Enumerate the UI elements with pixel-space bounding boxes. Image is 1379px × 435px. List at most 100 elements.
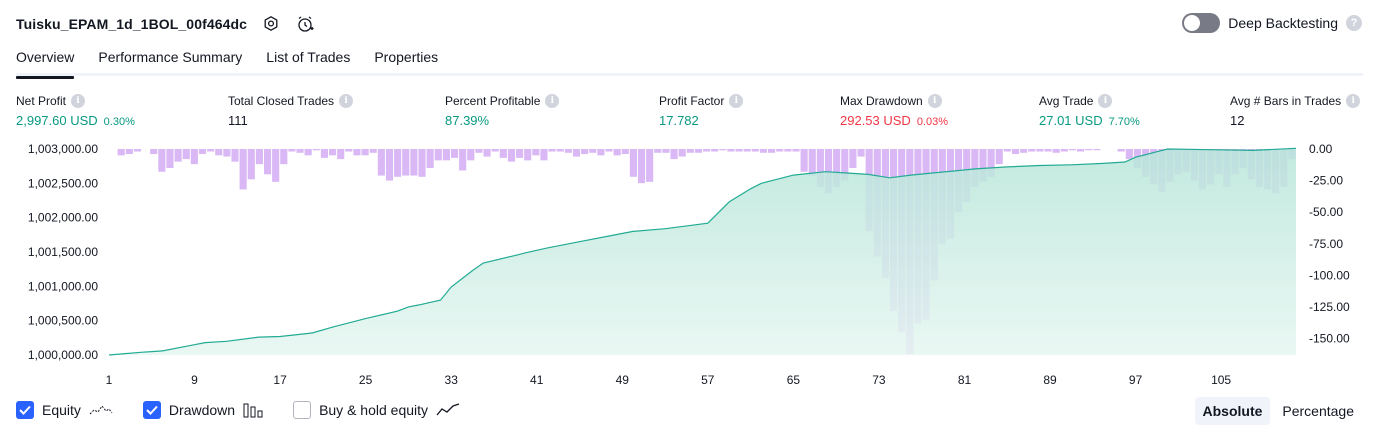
- info-icon[interactable]: i: [729, 94, 744, 108]
- drawdown-bar: [743, 149, 751, 152]
- tab-properties[interactable]: Properties: [374, 44, 438, 76]
- drawdown-bar: [735, 149, 743, 152]
- drawdown-bar: [703, 149, 711, 152]
- toggle-knob: [1184, 15, 1201, 31]
- drawdown-bar: [475, 149, 483, 153]
- drawdown-bar: [353, 149, 361, 156]
- info-icon[interactable]: i: [1346, 94, 1361, 108]
- metric-label: Avg Trade: [1039, 94, 1094, 108]
- equity-line-icon: [89, 403, 113, 417]
- absolute-button[interactable]: Absolute: [1194, 397, 1271, 425]
- drawdown-bar: [166, 149, 174, 168]
- right-axis-tick-label: -150.00: [1309, 332, 1350, 346]
- info-icon[interactable]: i: [1098, 94, 1113, 108]
- drawdown-bar: [686, 149, 694, 153]
- drawdown-bar: [719, 149, 727, 151]
- drawdown-bar: [1044, 149, 1052, 152]
- drawdown-bar: [207, 149, 215, 152]
- drawdown-bar: [540, 149, 548, 161]
- metric-value: 111: [228, 113, 248, 128]
- drawdown-bar: [516, 149, 524, 158]
- legend-equity[interactable]: Equity: [16, 401, 113, 419]
- header-bar: Tuisku_EPAM_1d_1BOL_00f464dc: [16, 12, 315, 36]
- drawdown-bar: [434, 149, 442, 161]
- drawdown-bar: [605, 149, 613, 152]
- drawdown-bar: [800, 149, 808, 172]
- metric-percent: 7.70%: [1108, 116, 1140, 128]
- metric-max-drawdown: Max Drawdown i 292.53 USD 0.03%: [840, 93, 948, 128]
- drawdown-bar: [548, 149, 556, 152]
- metrics-row: Net Profit i 2,997.60 USD 0.30% Total Clos…: [16, 93, 1363, 129]
- info-icon[interactable]: i: [71, 94, 86, 108]
- drawdown-bar: [808, 149, 816, 176]
- drawdown-bar: [556, 149, 564, 152]
- metric-avg-trade: Avg Trade i 27.01 USD 7.70%: [1039, 93, 1140, 128]
- drawdown-bar: [117, 149, 125, 156]
- metric-value: 87.39%: [445, 113, 490, 128]
- percentage-button[interactable]: Percentage: [1274, 397, 1362, 425]
- drawdown-bar: [694, 149, 702, 153]
- chart-legend: Equity Drawdown Buy & hold equity: [16, 401, 490, 419]
- drawdown-bar: [337, 149, 345, 160]
- equity-drawdown-chart[interactable]: 1,003,000.00 1,002,500.00 1,002,000.00 1,00…: [0, 140, 1379, 390]
- drawdown-bar: [239, 149, 247, 190]
- checkmark-icon: [146, 405, 158, 415]
- tab-performance-summary[interactable]: Performance Summary: [98, 44, 242, 76]
- metric-percent: 0.03%: [916, 116, 949, 128]
- info-icon[interactable]: i: [927, 94, 942, 108]
- metric-label: Net Profit: [16, 94, 67, 108]
- buy-hold-line-icon: [436, 403, 460, 417]
- deep-backtesting-control: Deep Backtesting ?: [1182, 13, 1362, 33]
- drawdown-bar: [1085, 149, 1093, 151]
- drawdown-bar: [150, 149, 158, 155]
- drawdown-bar: [345, 149, 353, 152]
- info-icon[interactable]: i: [339, 94, 354, 108]
- right-axis-tick-label: -50.00: [1309, 205, 1343, 219]
- drawdown-bar: [125, 149, 133, 155]
- x-axis-tick-label: 9: [191, 373, 198, 387]
- question-help-icon[interactable]: ?: [1346, 15, 1362, 31]
- deep-backtesting-toggle[interactable]: [1182, 13, 1221, 33]
- right-axis-tick-label: 0.00: [1309, 142, 1333, 156]
- add-alert-clock-icon[interactable]: [295, 14, 315, 34]
- x-axis-tick-label: 33: [445, 373, 459, 387]
- x-axis-tick-label: 49: [616, 373, 630, 387]
- tab-list-of-trades[interactable]: List of Trades: [266, 44, 350, 76]
- drawdown-bar: [320, 149, 329, 158]
- drawdown-bar: [1125, 149, 1133, 160]
- metric-value: 2,997.60 USD: [16, 113, 98, 128]
- legend-buy-hold[interactable]: Buy & hold equity: [293, 401, 460, 419]
- settings-gear-icon[interactable]: [261, 14, 281, 34]
- x-axis-tick-label: 57: [701, 373, 715, 387]
- checkmark-icon: [19, 405, 31, 415]
- drawdown-bar: [304, 149, 312, 156]
- drawdown-bar: [654, 149, 662, 153]
- metric-value: 27.01 USD: [1039, 113, 1103, 128]
- drawdown-bar: [410, 149, 418, 176]
- legend-drawdown[interactable]: Drawdown: [142, 401, 263, 419]
- drawdown-bar: [263, 149, 272, 175]
- drawdown-bar: [418, 149, 426, 177]
- right-axis-tick-label: -25.00: [1309, 174, 1343, 188]
- drawdown-bar: [597, 149, 605, 156]
- equity-checkbox[interactable]: [16, 401, 34, 419]
- drawdown-checkbox[interactable]: [142, 401, 161, 419]
- x-axis-tick-label: 81: [958, 373, 972, 387]
- drawdown-bar: [646, 149, 654, 182]
- drawdown-bar: [662, 149, 670, 153]
- drawdown-bar: [751, 149, 759, 152]
- drawdown-bar: [1052, 149, 1060, 153]
- right-axis-tick-label: -75.00: [1309, 237, 1343, 251]
- drawdown-bar: [361, 149, 369, 156]
- info-icon[interactable]: i: [545, 94, 560, 108]
- left-axis-tick-label: 1,002,500.00: [28, 176, 98, 190]
- drawdown-bar: [524, 149, 532, 161]
- drawdown-bar: [784, 149, 792, 152]
- buy-hold-checkbox[interactable]: [293, 401, 312, 419]
- drawdown-bar: [532, 149, 540, 156]
- drawdown-bar: [426, 149, 434, 168]
- drawdown-bar: [255, 149, 263, 165]
- drawdown-bar: [564, 149, 572, 153]
- tab-overview[interactable]: Overview: [16, 44, 75, 79]
- metric-label: Max Drawdown: [840, 94, 923, 108]
